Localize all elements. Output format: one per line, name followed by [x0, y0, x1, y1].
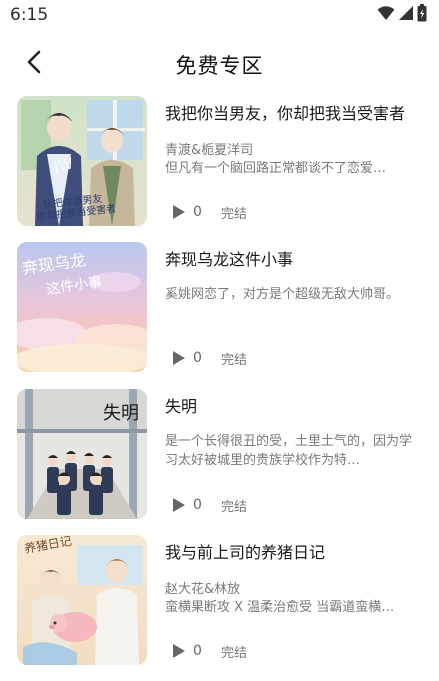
nav-bar: 免费专区 — [0, 38, 439, 90]
book-cover[interactable]: JW 我把你当男友 你却把我当受害者 — [17, 96, 147, 226]
play-count: 0 — [193, 643, 202, 659]
battery-icon — [417, 4, 427, 26]
book-author: 青渡&栀夏洋司 — [165, 143, 254, 158]
book-item[interactable]: 养猪日记 我与前上司的养猪日记 赵大花&林放 蛮横果断攻 X 温柔治愈受 当霸道… — [0, 535, 439, 665]
status-time: 6:15 — [10, 5, 49, 25]
book-author: 赵大花&林放 — [165, 582, 241, 597]
svg-text:失明: 失明 — [103, 403, 139, 424]
book-title: 失明 — [165, 397, 198, 416]
meta-row: 0 完结 — [172, 495, 247, 515]
play-count: 0 — [193, 497, 202, 513]
book-description: 是一个长得很丑的受，土里土气的，因为学习太好被城里的贵族学校作为特… — [165, 434, 413, 468]
book-description: 蛮横果断攻 X 温柔治愈受 当霸道蛮横… — [165, 600, 395, 615]
completion-status: 完结 — [221, 499, 248, 515]
status-icons — [377, 4, 427, 26]
play-icon — [172, 204, 186, 220]
play-icon — [172, 497, 186, 513]
play-icon — [172, 643, 186, 659]
page-title: 免费专区 — [175, 54, 264, 78]
wifi-icon — [377, 5, 395, 25]
play-count: 0 — [193, 350, 202, 366]
book-cover[interactable]: 奔现乌龙 这件小事 — [17, 242, 147, 372]
book-description: 奚姚网恋了，对方是个超级无敌大帅哥。 — [165, 287, 400, 302]
book-cover[interactable]: 失明 — [17, 389, 147, 519]
completion-status: 完结 — [221, 645, 248, 661]
book-item[interactable]: 失明 失明 是一个长得很丑的受，土里土气的，因为学习太好被城里的贵族学校作为特…… — [0, 389, 439, 519]
meta-row: 0 完结 — [172, 202, 247, 222]
meta-row: 0 完结 — [172, 348, 247, 368]
play-icon — [172, 350, 186, 366]
book-item[interactable]: JW 我把你当男友 你却把我当受害者 我把你当男友，你却把我当受害者 青渡&栀夏… — [0, 96, 439, 226]
book-title: 我与前上司的养猪日记 — [165, 543, 326, 562]
book-title: 奔现乌龙这件小事 — [165, 250, 294, 269]
completion-status: 完结 — [221, 206, 248, 222]
status-bar: 6:15 — [0, 0, 439, 32]
completion-status: 完结 — [221, 352, 248, 368]
book-description: 但凡有一个脑回路正常都谈不了恋爱… — [165, 161, 387, 176]
book-title: 我把你当男友，你却把我当受害者 — [165, 104, 406, 123]
book-item[interactable]: 奔现乌龙 这件小事 奔现乌龙这件小事 奚姚网恋了，对方是个超级无敌大帅哥。 0 … — [0, 242, 439, 372]
play-count: 0 — [193, 204, 202, 220]
meta-row: 0 完结 — [172, 641, 247, 661]
book-cover[interactable]: 养猪日记 — [17, 535, 147, 665]
signal-icon — [398, 5, 414, 25]
